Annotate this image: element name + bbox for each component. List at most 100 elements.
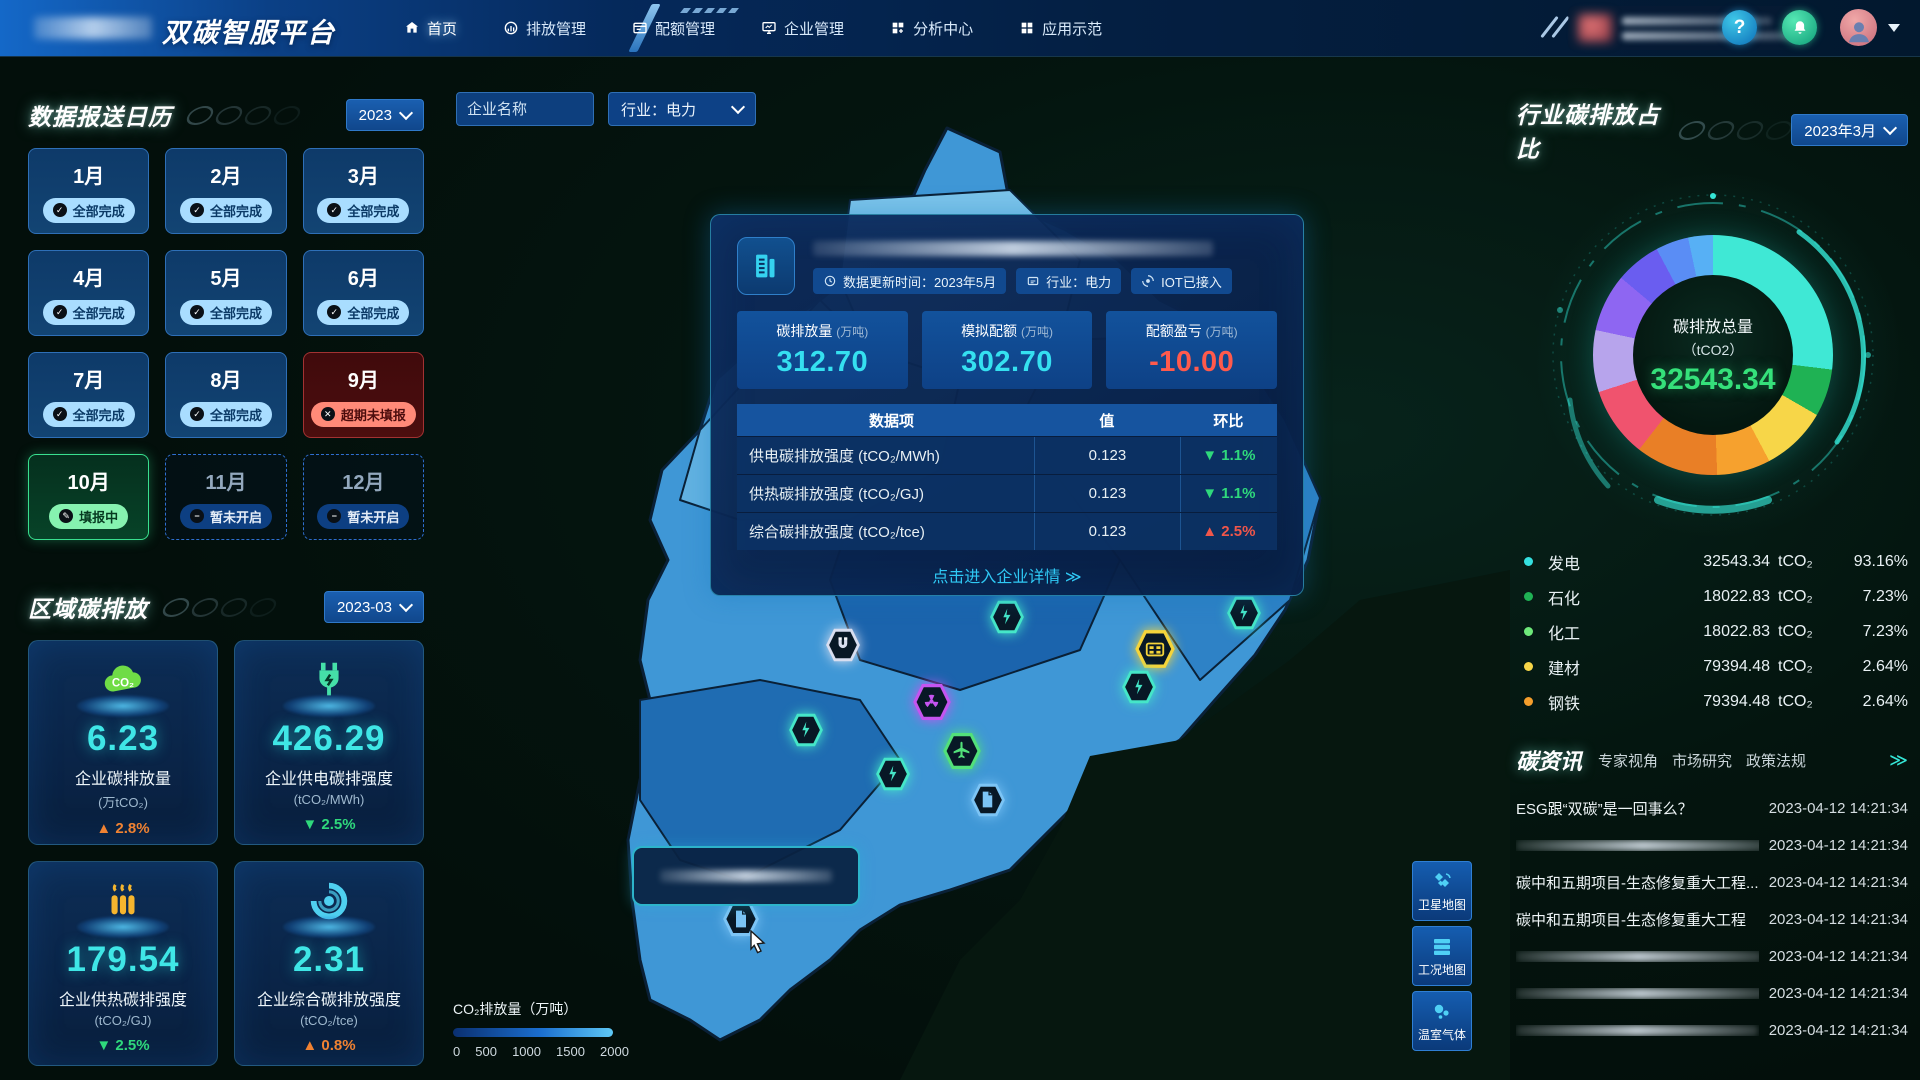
calendar-year-select[interactable]: 2023 — [346, 99, 424, 131]
legend-dot — [1524, 592, 1533, 601]
legend-unit: tCO₂ — [1778, 553, 1830, 571]
legend-value: 79394.48 — [1622, 693, 1778, 711]
status-badge-icon: − — [327, 509, 341, 523]
map-marker-bolt[interactable] — [1121, 669, 1157, 705]
table-header-row: 数据项 值 环比 — [737, 404, 1277, 436]
legend-dot — [1524, 662, 1533, 671]
nav-item-label: 应用示范 — [1042, 18, 1102, 39]
user-avatar[interactable] — [1840, 9, 1877, 46]
news-item[interactable]: 碳中和五期项目-生态修复重大工程...2023-04-12 14:21:34 — [1516, 864, 1908, 901]
calendar-month-8月[interactable]: 8月 ✓ 全部完成 — [165, 352, 286, 438]
molecule-icon — [1430, 1000, 1454, 1024]
industry-filter-select[interactable]: 行业：电力 — [608, 92, 756, 126]
calendar-month-3月[interactable]: 3月 ✓ 全部完成 — [303, 148, 424, 234]
news-item[interactable]: 2023-04-12 14:21:34 — [1516, 975, 1908, 1012]
news-tabs: 专家视角市场研究政策法规 — [1598, 750, 1806, 771]
news-tab[interactable]: 专家视角 — [1598, 750, 1658, 771]
map-marker-grid[interactable] — [1134, 628, 1176, 670]
industry-period-select[interactable]: 2023年3月 — [1791, 114, 1908, 146]
legend-unit: tCO₂ — [1778, 588, 1830, 606]
donut-center-unit: （tCO2） — [1683, 340, 1744, 360]
enterprise-tag: 数据更新时间：2023年5月 — [813, 268, 1006, 294]
map-marker-radiation[interactable] — [912, 682, 952, 722]
legend-unit: tCO₂ — [1778, 693, 1830, 711]
table-row: 综合碳排放强度 (tCO₂/tce) 0.123 ▲ 2.5% — [737, 512, 1277, 550]
enterprise-building-icon — [737, 237, 795, 295]
nav-item-emission[interactable]: 排放管理 — [503, 18, 586, 39]
calendar-month-5月[interactable]: 5月 ✓ 全部完成 — [165, 250, 286, 336]
table-cell-value: 0.123 — [1034, 475, 1180, 512]
month-status-badge: ✓ 全部完成 — [43, 300, 135, 325]
map-marker-bolt[interactable] — [989, 599, 1025, 635]
map-marker-plane[interactable] — [942, 731, 982, 771]
news-item[interactable]: ESG跟“双碳”是一回事么？2023-04-12 14:21:34 — [1516, 790, 1908, 827]
legend-name: 化工 — [1548, 620, 1622, 644]
help-button[interactable]: ? — [1722, 10, 1757, 45]
table-cell-trend: ▲ 2.5% — [1180, 513, 1277, 550]
legend-dot — [1524, 697, 1533, 706]
month-status-text: 暂未开启 — [347, 507, 399, 526]
doc-icon — [731, 909, 751, 929]
map-layer-button-servers[interactable]: 工况地图 — [1412, 926, 1472, 986]
month-status-text: 超期未填报 — [341, 405, 406, 424]
map-marker-bolt[interactable] — [788, 712, 824, 748]
regional-period-select[interactable]: 2023-03 — [324, 591, 424, 623]
status-badge-icon: − — [190, 509, 204, 523]
industry-legend-row: 发电 32543.34 tCO₂ 93.16% — [1524, 544, 1908, 579]
map-layer-button-molecule[interactable]: 温室气体 — [1412, 991, 1472, 1051]
industry-filter-value: 行业：电力 — [621, 99, 696, 120]
news-item[interactable]: 2023-04-12 14:21:34 — [1516, 1012, 1908, 1049]
chevron-down-icon — [399, 106, 413, 120]
map-marker-bolt[interactable] — [875, 756, 911, 792]
iot-icon — [1141, 274, 1155, 288]
news-tab[interactable]: 政策法规 — [1746, 750, 1806, 771]
calendar-month-10月[interactable]: 10月 ✎ 填报中 — [28, 454, 149, 540]
stat-value: 302.70 — [961, 346, 1053, 379]
nav-item-quota[interactable]: 配额管理 — [632, 18, 715, 39]
news-timestamp: 2023-04-12 14:21:34 — [1769, 837, 1908, 854]
icon-pedestal-glow — [77, 916, 169, 938]
enterprise-search-input[interactable] — [456, 92, 594, 126]
enterprise-stat: 模拟配额 (万吨) 302.70 — [922, 311, 1093, 389]
tag-label: IOT已接入 — [1161, 272, 1222, 291]
industry-period-value: 2023年3月 — [1804, 120, 1876, 141]
map-marker-bolt[interactable] — [1226, 595, 1262, 631]
calendar-month-7月[interactable]: 7月 ✓ 全部完成 — [28, 352, 149, 438]
news-title-blurred — [1516, 988, 1759, 999]
calendar-month-2月[interactable]: 2月 ✓ 全部完成 — [165, 148, 286, 234]
news-item[interactable]: 碳中和五期项目-生态修复重大工程2023-04-12 14:21:34 — [1516, 901, 1908, 938]
month-label: 8月 — [210, 364, 241, 393]
calendar-month-1月[interactable]: 1月 ✓ 全部完成 — [28, 148, 149, 234]
month-status-badge: ✎ 填报中 — [49, 504, 128, 529]
notifications-button[interactable] — [1782, 10, 1817, 45]
card-label: 企业供电碳排强度 — [265, 765, 393, 789]
calendar-month-11月[interactable]: 11月 − 暂未开启 — [165, 454, 286, 540]
card-value: 426.29 — [272, 719, 385, 759]
calendar-month-12月[interactable]: 12月 − 暂未开启 — [303, 454, 424, 540]
news-item[interactable]: 2023-04-12 14:21:34 — [1516, 827, 1908, 864]
tagind-icon — [1026, 274, 1040, 288]
map-co2-legend: CO₂排放量（万吨） 0500100015002000 — [453, 999, 629, 1059]
calendar-month-6月[interactable]: 6月 ✓ 全部完成 — [303, 250, 424, 336]
news-more-link[interactable]: ≫ — [1889, 750, 1908, 771]
nav-item-apps[interactable]: 应用示范 — [1019, 18, 1102, 39]
enterprise-stats: 碳排放量 (万吨) 312.70模拟配额 (万吨) 302.70配额盈亏 (万吨… — [737, 311, 1277, 389]
legend-value: 79394.48 — [1622, 658, 1778, 676]
news-tab[interactable]: 市场研究 — [1672, 750, 1732, 771]
nav-item-home[interactable]: 首页 — [404, 18, 457, 39]
calendar-month-4月[interactable]: 4月 ✓ 全部完成 — [28, 250, 149, 336]
map-layer-button-satellite[interactable]: 卫星地图 — [1412, 861, 1472, 921]
map-marker-doc[interactable] — [970, 782, 1006, 818]
nav-item-label: 配额管理 — [655, 18, 715, 39]
enterprise-detail-link[interactable]: 点击进入企业详情 ≫ — [737, 563, 1277, 587]
nav-item-enterprise[interactable]: 企业管理 — [761, 18, 844, 39]
bolt-icon — [1129, 677, 1148, 696]
calendar-month-9月[interactable]: 9月 ✕ 超期未填报 — [303, 352, 424, 438]
table-row: 供热碳排放强度 (tCO₂/GJ) 0.123 ▼ 1.1% — [737, 474, 1277, 512]
user-menu-caret-icon[interactable] — [1888, 24, 1900, 32]
card-value: 6.23 — [87, 719, 159, 759]
news-item[interactable]: 2023-04-12 14:21:34 — [1516, 938, 1908, 975]
map-marker-magnet[interactable] — [825, 627, 861, 663]
nav-item-analysis[interactable]: 分析中心 — [890, 18, 973, 39]
bell-icon — [1791, 19, 1809, 37]
